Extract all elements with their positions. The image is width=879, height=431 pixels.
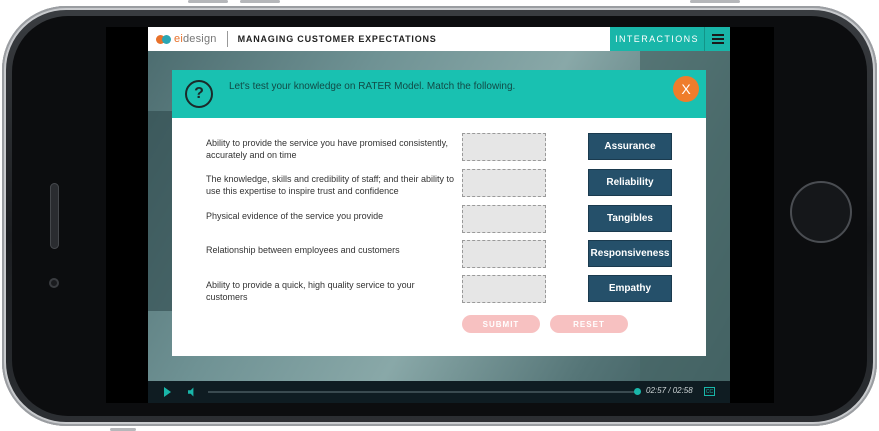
hamburger-menu-icon[interactable] — [704, 27, 730, 51]
course-title: MANAGING CUSTOMER EXPECTATIONS — [237, 34, 437, 44]
progress-bar[interactable] — [208, 388, 641, 395]
volume-icon[interactable] — [188, 387, 197, 397]
phone-side-button-right — [690, 0, 740, 3]
instruction-text: Let's test your knowledge on RATER Model… — [229, 81, 516, 92]
drop-target-3[interactable] — [462, 205, 546, 233]
match-activity-modal: ? Let's test your knowledge on RATER Mod… — [172, 70, 706, 356]
statement-2: The knowledge, skills and credibility of… — [206, 174, 454, 196]
drop-target-5[interactable] — [462, 275, 546, 303]
statement-1: Ability to provide the service you have … — [206, 138, 448, 160]
video-player-bar: 02:57 / 02:58 CC — [148, 381, 730, 403]
statement-3: Physical evidence of the service you pro… — [206, 211, 384, 221]
interactions-button[interactable]: INTERACTIONS — [610, 27, 704, 51]
top-bar: eidesign MANAGING CUSTOMER EXPECTATIONS … — [148, 27, 730, 51]
answer-tangibles[interactable]: Tangibles — [588, 205, 672, 232]
answer-reliability[interactable]: Reliability — [588, 169, 672, 196]
phone-side-button-top-2 — [240, 0, 280, 3]
drop-target-1[interactable] — [462, 133, 546, 161]
phone-speaker — [50, 183, 59, 249]
drop-target-2[interactable] — [462, 169, 546, 197]
screen: eidesign MANAGING CUSTOMER EXPECTATIONS … — [106, 27, 774, 403]
captions-icon[interactable]: CC — [704, 387, 715, 396]
question-icon: ? — [185, 80, 213, 108]
close-button[interactable]: X — [673, 76, 699, 102]
phone-side-button-top — [188, 0, 228, 3]
time-display: 02:57 / 02:58 — [646, 386, 693, 395]
statement-4: Relationship between employees and custo… — [206, 245, 400, 255]
reset-button[interactable]: RESET — [550, 315, 628, 333]
modal-header: ? Let's test your knowledge on RATER Mod… — [172, 70, 706, 118]
answer-empathy[interactable]: Empathy — [588, 275, 672, 302]
progress-knob[interactable] — [634, 388, 641, 395]
drop-target-4[interactable] — [462, 240, 546, 268]
phone-home-button[interactable] — [790, 181, 852, 243]
title-divider — [226, 31, 228, 47]
answer-responsiveness[interactable]: Responsiveness — [588, 240, 672, 267]
statement-5: Ability to provide a quick, high quality… — [206, 280, 415, 302]
play-icon[interactable] — [164, 387, 171, 397]
phone-camera — [49, 278, 59, 288]
eidesign-logo: eidesign — [156, 27, 217, 51]
submit-button[interactable]: SUBMIT — [462, 315, 540, 333]
answer-assurance[interactable]: Assurance — [588, 133, 672, 160]
